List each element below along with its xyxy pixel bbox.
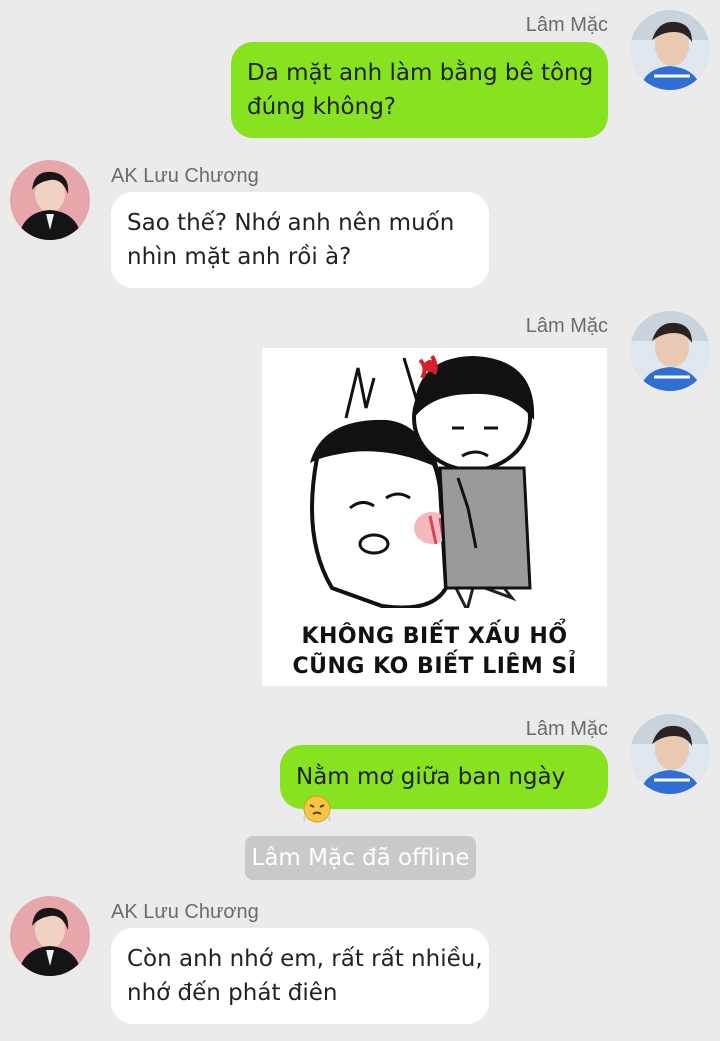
message-bubble-received[interactable]: Sao thế? Nhớ anh nên muốn nhìn mặt anh r… bbox=[111, 192, 489, 288]
avatar-lam-mac[interactable] bbox=[630, 10, 710, 90]
sender-name: AK Lưu Chương bbox=[111, 901, 259, 923]
sender-name: Lâm Mặc bbox=[525, 14, 608, 36]
meme-slap-illustration bbox=[310, 354, 535, 615]
avatar-photo-icon bbox=[630, 311, 710, 391]
message-text: nhớ đến phát điên bbox=[127, 980, 338, 1006]
avatar-ak-luu-chuong[interactable] bbox=[10, 160, 90, 240]
avatar-ak-luu-chuong[interactable] bbox=[10, 896, 90, 976]
sender-name: Lâm Mặc bbox=[525, 718, 608, 740]
message-text: Sao thế? Nhớ anh nên muốn bbox=[127, 210, 455, 236]
message-bubble-sent[interactable]: Nằm mơ giữa ban ngày bbox=[280, 745, 608, 823]
message-text: Còn anh nhớ em, rất rất nhiều, bbox=[127, 946, 483, 972]
message-bubble-sent[interactable]: Da mặt anh làm bằng bê tông đúng không? bbox=[231, 42, 608, 138]
sticker-caption-line: KHÔNG BIẾT XẤU HỔ bbox=[301, 624, 568, 649]
sender-name: Lâm Mặc bbox=[525, 315, 608, 337]
message-bubble-received[interactable]: Còn anh nhớ em, rất rất nhiều, nhớ đến p… bbox=[111, 928, 489, 1024]
avatar-photo-icon bbox=[10, 160, 90, 240]
huffing-face-emoji-icon bbox=[302, 794, 332, 824]
avatar-lam-mac[interactable] bbox=[630, 311, 710, 391]
avatar-lam-mac[interactable] bbox=[630, 714, 710, 794]
sender-name: AK Lưu Chương bbox=[111, 165, 259, 187]
sticker-caption-line: CŨNG KO BIẾT LIÊM SỈ bbox=[292, 654, 577, 679]
message-text: nhìn mặt anh rồi à? bbox=[127, 244, 352, 270]
message-text: Nằm mơ giữa ban ngày bbox=[296, 764, 566, 790]
avatar-photo-icon bbox=[630, 714, 710, 794]
sticker-image[interactable]: KHÔNG BIẾT XẤU HỔ CŨNG KO BIẾT LIÊM SỈ bbox=[262, 348, 607, 686]
avatar-photo-icon bbox=[10, 896, 90, 976]
message-text: Da mặt anh làm bằng bê tông bbox=[247, 60, 594, 86]
message-text: đúng không? bbox=[247, 94, 397, 120]
system-status-badge: Lâm Mặc đã offline bbox=[245, 836, 476, 880]
avatar-photo-icon bbox=[630, 10, 710, 90]
